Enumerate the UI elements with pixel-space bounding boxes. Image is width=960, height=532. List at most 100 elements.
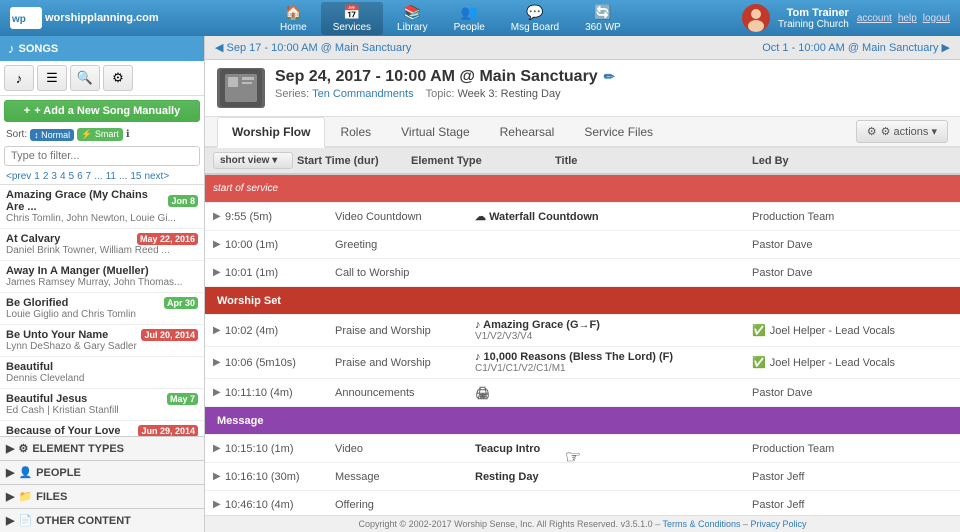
page-3[interactable]: 3 xyxy=(51,171,57,182)
page-1[interactable]: 1 xyxy=(34,171,40,182)
tab-roles[interactable]: Roles xyxy=(325,117,386,148)
row-type: Praise and Worship xyxy=(335,325,475,337)
row-led: Pastor Dave xyxy=(752,267,952,279)
help-link[interactable]: help xyxy=(898,13,917,24)
edit-service-icon[interactable]: ✏ xyxy=(604,69,615,85)
col-led-header: Led By xyxy=(752,155,952,167)
terms-link[interactable]: Terms & Conditions xyxy=(662,519,740,529)
service-title: Sep 24, 2017 - 10:00 AM @ Main Sanctuary… xyxy=(275,68,948,86)
page-4[interactable]: 4 xyxy=(60,171,66,182)
row-type: Offering xyxy=(335,499,475,511)
tab-virtual-stage[interactable]: Virtual Stage xyxy=(386,117,485,148)
next-page[interactable]: next> xyxy=(144,171,169,182)
page-15[interactable]: 15 xyxy=(130,171,141,182)
expand-arrow[interactable]: ▶ xyxy=(213,387,225,398)
tool-list[interactable]: ☰ xyxy=(37,65,67,91)
row-led: Production Team xyxy=(752,443,952,455)
list-item[interactable]: Be Glorified Apr 30 Louie Giglio and Chr… xyxy=(0,293,204,325)
search-input[interactable] xyxy=(4,146,200,166)
list-item[interactable]: Because of Your Love Jun 29, 2014 Brento… xyxy=(0,421,204,436)
sort-label: Sort: xyxy=(6,129,27,140)
expand-arrow[interactable]: ▶ xyxy=(213,471,225,482)
print-icon[interactable]: 🖨 xyxy=(475,386,490,400)
table-row[interactable]: ▶ 10:06 (5m10s) Praise and Worship ♪ 10,… xyxy=(205,347,960,379)
table-row[interactable]: ▶ 9:55 (5m) Video Countdown ☁ Waterfall … xyxy=(205,203,960,231)
view-label[interactable]: short view ▾ xyxy=(213,152,293,169)
list-item[interactable]: Away In A Manger (Mueller) James Ramsey … xyxy=(0,261,204,293)
sort-normal-button[interactable]: ↕ Normal xyxy=(30,129,74,141)
privacy-link[interactable]: Privacy Policy xyxy=(751,519,807,529)
people-icon: 👤 xyxy=(18,466,32,479)
row-title: Teacup Intro xyxy=(475,443,752,455)
sort-smart-button[interactable]: ⚡ Smart xyxy=(77,128,123,141)
main-layout: ♪ SONGS ♪ ☰ 🔍 ⚙ + + Add a New Song Manua… xyxy=(0,36,960,532)
tabs-bar: Worship Flow Roles Virtual Stage Rehears… xyxy=(205,117,960,148)
section-message: Message xyxy=(205,407,960,435)
nav-library[interactable]: 📚 Library xyxy=(385,2,440,35)
nav-services[interactable]: 📅 Services xyxy=(321,2,383,35)
actions-button[interactable]: ⚙ ⚙ actions ▾ xyxy=(856,120,948,143)
expand-arrow[interactable]: ▶ xyxy=(213,499,225,510)
view-dropdown[interactable]: short view ▾ xyxy=(213,152,293,169)
sidebar-item-other-content[interactable]: ▶ 📄 OTHER CONTENT xyxy=(0,508,204,532)
expand-icon: ▶ xyxy=(6,442,14,455)
tab-worship-flow[interactable]: Worship Flow xyxy=(217,117,325,148)
row-time: 9:55 (5m) xyxy=(225,211,335,223)
nav-home[interactable]: 🏠 Home xyxy=(268,2,319,35)
table-row[interactable]: ▶ 10:11:10 (4m) Announcements 🖨 Pastor D… xyxy=(205,379,960,407)
list-item[interactable]: Be Unto Your Name Jul 20, 2014 Lynn DeSh… xyxy=(0,325,204,357)
song-title: Amazing Grace (My Chains Are ... Jon 8 xyxy=(6,189,198,213)
expand-arrow[interactable]: ▶ xyxy=(213,239,225,250)
home-icon: 🏠 xyxy=(285,4,302,21)
table-row[interactable]: ▶ 10:15:10 (1m) Video Teacup Intro Produ… xyxy=(205,435,960,463)
page-11[interactable]: 11 xyxy=(106,171,116,182)
tool-filter[interactable]: ⚙ xyxy=(103,65,133,91)
series-label: Series: xyxy=(275,88,309,100)
page-7[interactable]: 7 xyxy=(86,171,92,182)
account-link[interactable]: account xyxy=(857,13,892,24)
list-item[interactable]: Amazing Grace (My Chains Are ... Jon 8 C… xyxy=(0,185,204,229)
nav-msgboard[interactable]: 💬 Msg Board xyxy=(499,2,571,35)
list-item[interactable]: At Calvary May 22, 2016 Daniel Brink Tow… xyxy=(0,229,204,261)
expand-arrow[interactable]: ▶ xyxy=(213,357,225,368)
expand-arrow[interactable]: ▶ xyxy=(213,443,225,454)
table-row[interactable]: ▶ 10:00 (1m) Greeting Pastor Dave xyxy=(205,231,960,259)
logout-link[interactable]: logout xyxy=(923,13,950,24)
next-service-link[interactable]: Oct 1 - 10:00 AM @ Main Sanctuary ▶ xyxy=(762,41,950,54)
page-dots1: ... xyxy=(94,171,102,182)
row-title: 🖨 xyxy=(475,386,752,400)
element-types-label: ELEMENT TYPES xyxy=(32,443,124,455)
add-song-button[interactable]: + + Add a New Song Manually xyxy=(4,100,200,122)
table-row[interactable]: ▶ 10:02 (4m) Praise and Worship ♪ Amazin… xyxy=(205,315,960,347)
expand-arrow[interactable]: ▶ xyxy=(213,211,225,222)
table-row[interactable]: ▶ 10:46:10 (4m) Offering Pastor Jeff xyxy=(205,491,960,515)
tool-music[interactable]: ♪ xyxy=(4,65,34,91)
sort-row: Sort: ↕ Normal ⚡ Smart ℹ xyxy=(0,126,204,143)
start-label: start of service xyxy=(213,183,278,194)
sidebar-item-files[interactable]: ▶ 📁 FILES xyxy=(0,484,204,508)
table-row[interactable]: ▶ 10:01 (1m) Call to Worship Pastor Dave xyxy=(205,259,960,287)
logo[interactable]: wp worshipplanning.com xyxy=(10,7,159,29)
row-subtitle: V1/V2/V3/V4 xyxy=(475,331,752,342)
nav-360wp[interactable]: 🔄 360 WP xyxy=(573,2,633,35)
nav-people[interactable]: 👥 People xyxy=(442,2,497,35)
page-6[interactable]: 6 xyxy=(77,171,83,182)
tab-rehearsal[interactable]: Rehearsal xyxy=(485,117,570,148)
service-header: Sep 24, 2017 - 10:00 AM @ Main Sanctuary… xyxy=(205,60,960,117)
list-item[interactable]: Beautiful Dennis Cleveland xyxy=(0,357,204,389)
expand-arrow[interactable]: ▶ xyxy=(213,325,225,336)
page-5[interactable]: 5 xyxy=(69,171,75,182)
sort-info-icon[interactable]: ℹ xyxy=(126,129,130,140)
tool-search[interactable]: 🔍 xyxy=(70,65,100,91)
expand-arrow[interactable]: ▶ xyxy=(213,267,225,278)
prev-page[interactable]: <prev xyxy=(6,171,31,182)
table-row[interactable]: ▶ 10:16:10 (30m) Message Resting Day Pas… xyxy=(205,463,960,491)
tab-service-files[interactable]: Service Files xyxy=(569,117,668,148)
list-item[interactable]: Beautiful Jesus May 7 Ed Cash | Kristian… xyxy=(0,389,204,421)
sidebar-item-element-types[interactable]: ▶ ⚙ ELEMENT TYPES xyxy=(0,436,204,460)
page-2[interactable]: 2 xyxy=(43,171,49,182)
prev-service-link[interactable]: ◀ Sep 17 - 10:00 AM @ Main Sanctuary xyxy=(215,41,411,54)
sidebar-item-people[interactable]: ▶ 👤 PEOPLE xyxy=(0,460,204,484)
series-link[interactable]: Ten Commandments xyxy=(312,88,414,100)
expand-icon: ▶ xyxy=(6,466,14,479)
